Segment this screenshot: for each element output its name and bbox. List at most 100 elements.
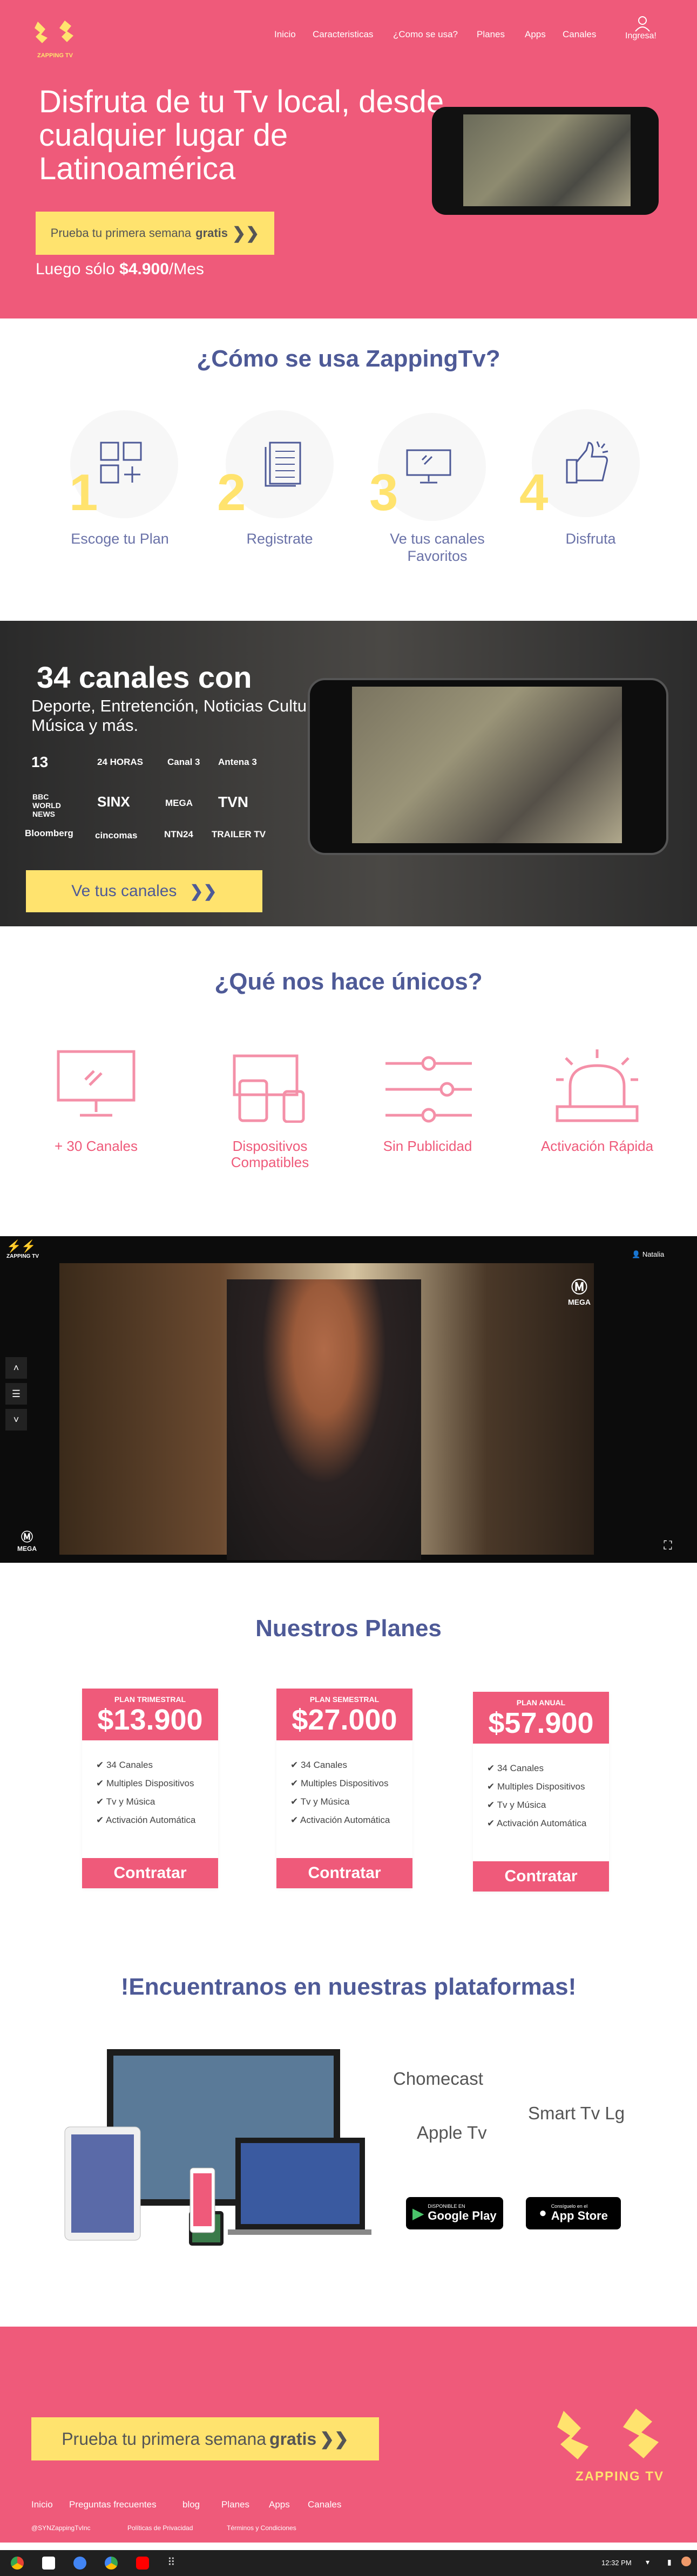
plan-feature: ✔ Multiples Dispositivos xyxy=(487,1781,585,1792)
plan-price: $27.000 xyxy=(292,1704,397,1736)
video-subject xyxy=(227,1279,421,1560)
footer-link-planes[interactable]: Planes xyxy=(221,2499,249,2510)
plan-feature: ✔ Tv y Música xyxy=(290,1797,350,1807)
nav-apps[interactable]: Apps xyxy=(525,29,546,40)
chevron-right-icon: ❯❯ xyxy=(190,882,217,900)
platforms-title: !Encuentranos en nuestras plataformas! xyxy=(120,1974,577,2000)
docs-icon[interactable] xyxy=(73,2557,86,2570)
plan-price: $57.900 xyxy=(488,1707,594,1739)
footer-privacy[interactable]: Políticas de Privacidad xyxy=(127,2524,193,2532)
channel-logo-tvn: TVN xyxy=(218,794,248,810)
user-icon[interactable] xyxy=(634,15,651,32)
plan-header: PLAN SEMESTRAL $27.000 xyxy=(276,1689,412,1740)
channel-logo-antena3: Antena 3 xyxy=(218,757,257,767)
logo[interactable]: ZAPPING TV xyxy=(33,16,77,59)
plan-name: PLAN ANUAL xyxy=(516,1698,566,1707)
phone-screen-channels xyxy=(352,687,622,843)
plan-feature: ✔ 34 Canales xyxy=(290,1760,347,1770)
plan-feature-text: 34 Canales xyxy=(497,1763,544,1773)
channels-subtitle: Deporte, Entretención, Noticias Cultura … xyxy=(31,696,322,735)
player-user[interactable]: 👤 Natalia xyxy=(632,1250,664,1259)
battery-icon[interactable]: ▮ xyxy=(667,2558,672,2567)
channel-logo-bbc: BBC WORLD NEWS xyxy=(32,792,61,818)
plan-feature: ✔ Activación Automática xyxy=(96,1815,196,1825)
app-launcher-icon[interactable]: ⠿ xyxy=(167,2555,175,2569)
plan-feature-text: Multiples Dispositivos xyxy=(106,1778,194,1788)
footer-link-canales[interactable]: Canales xyxy=(308,2499,341,2510)
nav-caracteristicas[interactable]: Caracteristicas xyxy=(313,29,373,40)
drive-icon[interactable] xyxy=(105,2557,118,2570)
step-number-1: 1 xyxy=(69,464,98,521)
trial-text: Prueba tu primera semana xyxy=(50,226,192,240)
footer-social[interactable]: @SYNZappingTvInc xyxy=(31,2524,91,2532)
channel-logo-mega: MEGA xyxy=(165,798,193,808)
sliders-icon xyxy=(385,1056,472,1123)
footer-link-inicio[interactable]: Inicio xyxy=(31,2499,53,2510)
channel-up-button[interactable]: ˄ xyxy=(5,1357,27,1379)
app-store-text: Consíguelo en el App Store xyxy=(551,2204,608,2223)
account-avatar[interactable] xyxy=(681,2557,691,2566)
nav-inicio[interactable]: Inicio xyxy=(274,29,296,40)
platform-apple-tv: Apple Tv xyxy=(417,2123,487,2143)
unique-title: ¿Qué nos hace únicos? xyxy=(214,968,483,995)
plan-card-trimestral: PLAN TRIMESTRAL $13.900 ✔ 34 Canales ✔ M… xyxy=(82,1689,218,1888)
nav-como-se-usa[interactable]: ¿Como se usa? xyxy=(393,29,458,40)
channel-logo-trailer-tv: TRAILER TV xyxy=(212,829,266,839)
contratar-button[interactable]: Contratar xyxy=(276,1858,412,1888)
trial-button[interactable]: Prueba tu primera semana gratis ❯❯ xyxy=(36,212,274,255)
plan-feature: ✔ Tv y Música xyxy=(487,1800,546,1810)
player-logo[interactable]: ⚡⚡ ZAPPING TV xyxy=(6,1239,39,1259)
app-store-badge[interactable]: ● Consíguelo en el App Store xyxy=(526,2197,621,2229)
contratar-button[interactable]: Contratar xyxy=(473,1861,609,1892)
wifi-icon[interactable]: ▾ xyxy=(646,2558,649,2567)
thumbs-up-icon xyxy=(566,441,608,484)
nav-planes[interactable]: Planes xyxy=(477,29,505,40)
channels-button[interactable]: Ve tus canales ❯❯ xyxy=(26,870,262,912)
footer-logo-icon[interactable] xyxy=(556,2405,662,2465)
footer-terms[interactable]: Términos y Condiciones xyxy=(227,2524,296,2532)
nav-canales[interactable]: Canales xyxy=(563,29,596,40)
plan-feature: ✔ Tv y Música xyxy=(96,1797,155,1807)
footer-trial-button[interactable]: Prueba tu primera semana gratis ❯❯ xyxy=(31,2417,379,2460)
platform-chromecast: Chomecast xyxy=(393,2069,483,2089)
watermark-text: MEGA xyxy=(568,1298,591,1306)
trial-bold: gratis xyxy=(195,226,228,240)
google-play-badge[interactable]: ▶ DISPONIBLE EN Google Play xyxy=(406,2197,503,2229)
plan-card-semestral: PLAN SEMESTRAL $27.000 ✔ 34 Canales ✔ Mu… xyxy=(276,1689,412,1888)
hero-title: Disfruta de tu Tv local, desde cualquier… xyxy=(39,84,444,186)
channel-down-button[interactable]: ˅ xyxy=(5,1409,27,1431)
plan-price: $13.900 xyxy=(97,1704,203,1736)
plan-feature: ✔ Multiples Dispositivos xyxy=(290,1778,389,1788)
plan-feature-text: Multiples Dispositivos xyxy=(300,1778,389,1788)
chevron-up-icon: ˄ xyxy=(13,1362,19,1373)
footer-link-blog[interactable]: blog xyxy=(182,2499,200,2510)
list-icon: ☰ xyxy=(11,1388,21,1399)
feature-label-devices: Dispositivos Compatibles xyxy=(231,1138,309,1170)
plan-feature-text: Activación Automática xyxy=(300,1815,390,1825)
google-play-icon: ▶ xyxy=(412,2205,424,2221)
fullscreen-button[interactable]: ⛶ xyxy=(660,1537,676,1554)
channel-badge-text: MEGA xyxy=(17,1545,37,1553)
channel-logo-canal3: Canal 3 xyxy=(167,757,200,767)
plan-feature: ✔ Activación Automática xyxy=(487,1818,587,1828)
channel-list-button[interactable]: ☰ xyxy=(5,1383,27,1405)
chevron-right-icon: ❯❯ xyxy=(320,2429,349,2449)
youtube-icon[interactable] xyxy=(136,2557,149,2570)
platform-smart-tv-lg: Smart Tv Lg xyxy=(528,2103,625,2123)
price-suffix: /Mes xyxy=(168,260,204,278)
channel-logo-bloomberg: Bloomberg xyxy=(25,828,73,838)
current-channel-badge[interactable]: Ⓜ MEGA xyxy=(17,1528,37,1553)
feature-label-activation: Activación Rápida xyxy=(540,1138,654,1154)
footer-link-faq[interactable]: Preguntas frecuentes xyxy=(69,2499,157,2510)
feature-label-no-ads: Sin Publicidad xyxy=(383,1138,472,1154)
monitor-channels-icon xyxy=(57,1050,136,1117)
video-watermark: Ⓜ MEGA xyxy=(568,1274,591,1306)
login-link[interactable]: Ingresa! xyxy=(625,31,657,41)
step-label-3: Ve tus canales Favoritos xyxy=(390,531,485,564)
contratar-button[interactable]: Contratar xyxy=(82,1858,218,1888)
footer-trial-bold: gratis xyxy=(269,2429,317,2449)
footer-link-apps[interactable]: Apps xyxy=(269,2499,290,2510)
plans-title: Nuestros Planes xyxy=(255,1615,442,1642)
gmail-icon[interactable] xyxy=(42,2557,55,2570)
chrome-icon[interactable] xyxy=(11,2557,24,2570)
